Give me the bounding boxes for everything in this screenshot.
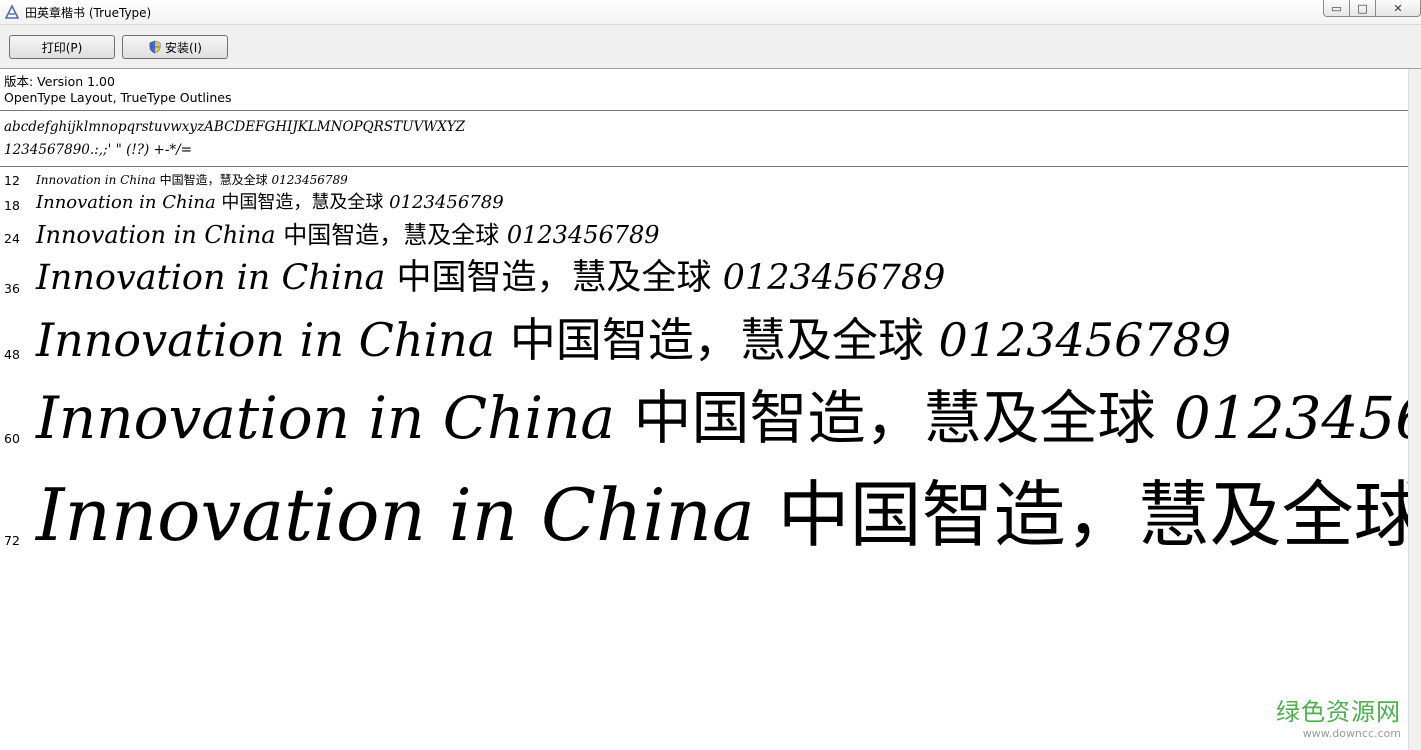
size-label-48: 48 — [4, 347, 20, 362]
sample-cjk: 中国智造，慧及全球 — [221, 192, 390, 213]
sample-latin: Innovation in China — [36, 221, 284, 249]
sample-latin: Innovation in China — [36, 313, 510, 367]
sample-digits: 0123456789 — [1173, 384, 1409, 452]
sample-latin: Innovation in China — [36, 192, 222, 213]
shield-icon — [149, 40, 161, 54]
size-label-12: 12 — [4, 173, 20, 188]
print-button[interactable]: 打印(P) — [9, 35, 115, 59]
maximize-button[interactable]: □ — [1350, 0, 1376, 17]
print-button-label: 打印(P) — [41, 40, 83, 55]
divider — [0, 166, 1409, 167]
sample-latin: Innovation in China — [36, 173, 160, 187]
sample-line-18: Innovation in China 中国智造，慧及全球 0123456789 — [36, 194, 504, 212]
window-controls: ▭ □ ✕ — [1323, 0, 1421, 18]
sample-latin: Innovation in China — [36, 258, 397, 298]
close-icon: ✕ — [1393, 1, 1403, 15]
sample-cjk: 中国智造，慧及全球 — [633, 384, 1174, 452]
sample-digits: 0123456789 — [506, 221, 660, 249]
size-label-60: 60 — [4, 431, 20, 446]
install-button[interactable]: 安装(I) — [122, 35, 228, 59]
sample-line-12: Innovation in China 中国智造，慧及全球 0123456789 — [36, 174, 348, 186]
outline-info: OpenType Layout, TrueType Outlines — [4, 90, 232, 105]
sample-digits: 0123456789 — [271, 173, 348, 187]
minimize-button[interactable]: ▭ — [1323, 0, 1350, 17]
sample-line-36: Innovation in China 中国智造，慧及全球 0123456789 — [36, 261, 945, 296]
sample-cjk: 中国智造，慧及全球 — [509, 313, 939, 367]
minimize-icon: ▭ — [1331, 1, 1342, 15]
watermark-main: 绿色资源网 — [1276, 698, 1401, 726]
sample-line-60: Innovation in China 中国智造，慧及全球 0123456789 — [36, 389, 1409, 447]
maximize-icon: □ — [1357, 1, 1368, 15]
sample-digits: 0123456789 — [722, 258, 946, 298]
size-label-72: 72 — [4, 533, 20, 548]
sample-line-48: Innovation in China 中国智造，慧及全球 0123456789 — [36, 317, 1231, 363]
close-button[interactable]: ✕ — [1376, 0, 1421, 17]
window-title: 田英章楷书 (TrueType) — [25, 6, 152, 20]
title-bar: 田英章楷书 (TrueType) ▭ □ ✕ — [0, 0, 1421, 25]
sample-cjk: 中国智造，慧及全球 — [396, 258, 723, 298]
toolbar: 打印(P) 安装(I) — [0, 25, 1421, 69]
sample-cjk: 中国智造，慧及全球 — [283, 221, 507, 249]
watermark-sub: www.downcc.com — [1302, 727, 1401, 740]
charset-digits-symbols: 1234567890.:,;' " (!?) +-*/= — [4, 142, 193, 158]
sample-cjk: 中国智造，慧及全球 — [777, 473, 1409, 557]
sample-digits: 0123456789 — [938, 313, 1232, 367]
size-label-36: 36 — [4, 281, 20, 296]
divider — [0, 110, 1409, 111]
sample-line-72: Innovation in China 中国智造，慧及全球 0123456789 — [36, 479, 1409, 551]
charset-letters: abcdefghijklmnopqrstuvwxyzABCDEFGHIJKLMN… — [4, 119, 465, 135]
font-preview-area: 版本: Version 1.00 OpenType Layout, TrueTy… — [0, 69, 1409, 750]
version-info: 版本: Version 1.00 — [4, 74, 115, 89]
install-button-label: 安装(I) — [165, 40, 202, 55]
font-viewer-icon — [4, 4, 20, 19]
sample-cjk: 中国智造，慧及全球 — [159, 173, 272, 187]
watermark: 绿色资源网 www.downcc.com — [1276, 692, 1401, 740]
vertical-scrollbar[interactable] — [1408, 69, 1421, 750]
sample-latin: Innovation in China — [36, 384, 634, 452]
sample-line-24: Innovation in China 中国智造，慧及全球 0123456789 — [36, 223, 660, 247]
size-label-18: 18 — [4, 198, 20, 213]
size-label-24: 24 — [4, 231, 20, 246]
sample-digits: 0123456789 — [389, 192, 504, 213]
sample-latin: Innovation in China — [36, 473, 778, 557]
